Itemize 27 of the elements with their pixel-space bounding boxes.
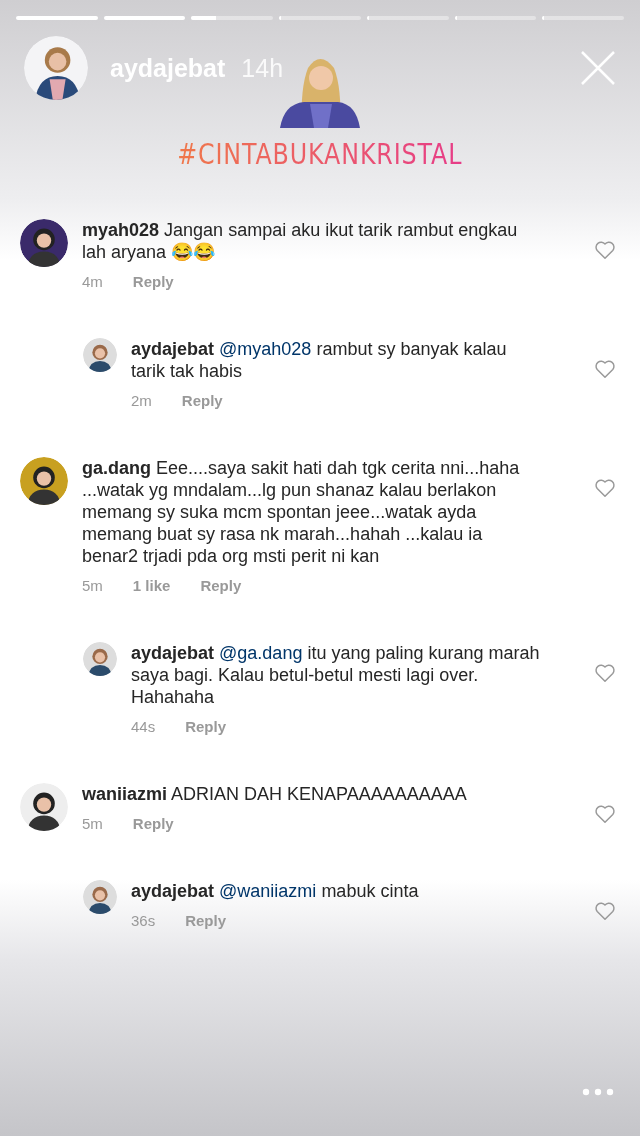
comment-text: myah028 Jangan sampai aku ikut tarik rambut engkau lah aryana 😂😂: [82, 219, 519, 263]
like-count[interactable]: 1 like: [132, 577, 171, 594]
reply-link[interactable]: Reply: [185, 912, 227, 929]
comment-text: aydajebat @ga.dang itu yang paling kurang marah saya bagi. Kalau betul-betul mesti lagi over. Hahahaha: [131, 642, 540, 708]
heart-icon[interactable]: [594, 477, 616, 499]
close-icon[interactable]: [580, 50, 616, 86]
heart-icon[interactable]: [594, 358, 616, 380]
heart-icon[interactable]: [594, 662, 616, 684]
comment-time: 5m: [82, 815, 103, 832]
comment-text: aydajebat @myah028 rambut sy banyak kalau tarik tak habis: [131, 338, 508, 382]
comment-time: 44s: [131, 718, 156, 735]
more-icon[interactable]: [582, 1088, 614, 1096]
reply-link[interactable]: Reply: [132, 273, 174, 290]
reply-link[interactable]: Reply: [185, 718, 227, 735]
reply-link[interactable]: Reply: [132, 815, 174, 832]
reply-link[interactable]: Reply: [181, 392, 223, 409]
reply-link[interactable]: Reply: [200, 577, 242, 594]
comment-text: aydajebat @waniiazmi mabuk cinta: [131, 880, 420, 902]
heart-icon[interactable]: [594, 900, 616, 922]
comment-text: ga.dang Eee....saya sakit hati dah tgk cerita nni...haha ...watak yg mndalam...lg pun shanaz kalau berlakon memang sy suka mcm spontan jeee...watak ayda memang buat sy rasa nk marah...hahah ...kalau ia benar2 trjadi pda org msti perit ni kan: [82, 457, 521, 567]
comment-text: waniiazmi ADRIAN DAH KENAPAAAAAAAAAA: [82, 783, 468, 805]
comment-time: 36s: [131, 912, 156, 929]
heart-icon[interactable]: [594, 239, 616, 261]
comment-time: 2m: [131, 392, 152, 409]
heart-icon[interactable]: [594, 803, 616, 825]
comment-time: 4m: [82, 273, 103, 290]
comment-time: 5m: [82, 577, 103, 594]
